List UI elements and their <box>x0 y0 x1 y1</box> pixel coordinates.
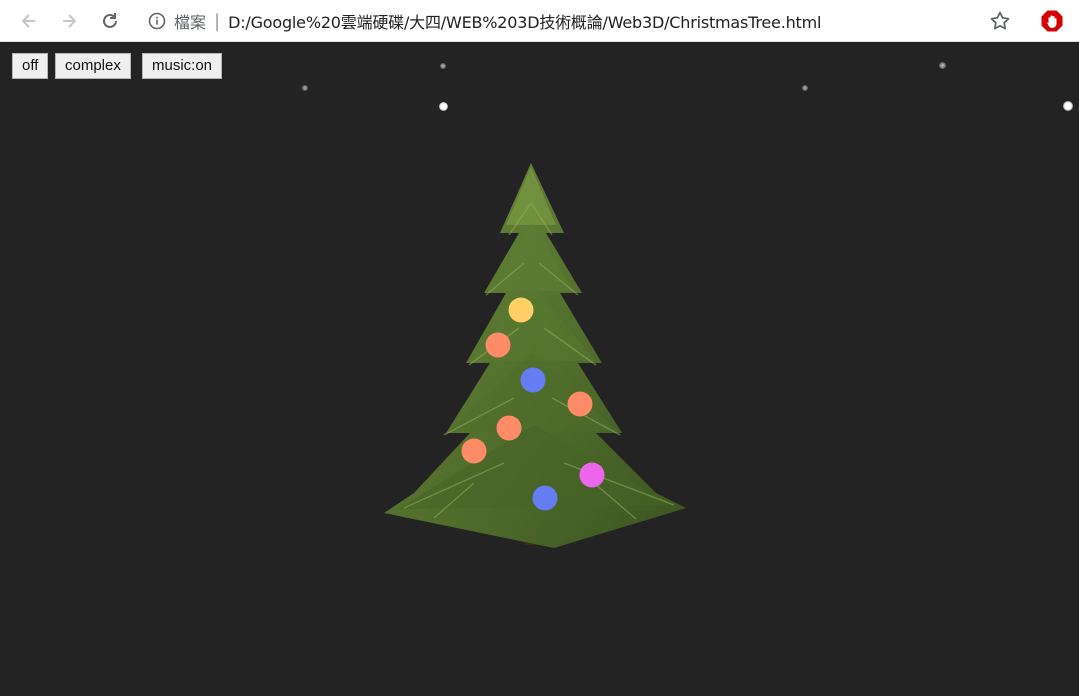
bookmark-star-icon[interactable] <box>988 9 1012 33</box>
forward-arrow-icon <box>63 14 77 28</box>
browser-toolbar: 檔案 | D:/Google%20雲端硬碟/大四/WEB%203D技術概論/We… <box>0 0 1079 42</box>
scheme-label: 檔案 <box>174 13 207 32</box>
address-bar[interactable]: 檔案 | D:/Google%20雲端硬碟/大四/WEB%203D技術概論/We… <box>148 0 821 42</box>
ornament <box>485 332 511 358</box>
snowflake <box>1063 101 1073 111</box>
ornament <box>520 367 546 393</box>
ornament <box>532 485 558 511</box>
url-text[interactable]: D:/Google%20雲端硬碟/大四/WEB%203D技術概論/Web3D/C… <box>228 9 821 33</box>
ornament <box>567 391 593 417</box>
snowflake <box>439 102 448 111</box>
snowflake <box>440 63 446 69</box>
adblock-extension-icon[interactable] <box>1040 9 1064 33</box>
music-toggle-button[interactable]: music:on <box>142 53 223 79</box>
webgl-canvas[interactable]: off complex music:on <box>0 43 1079 696</box>
snowflake <box>302 85 308 91</box>
snowflake <box>802 85 808 91</box>
back-button[interactable] <box>16 8 42 34</box>
ornament <box>579 462 605 488</box>
reload-icon <box>103 13 117 28</box>
snowflake <box>939 62 946 69</box>
back-arrow-icon <box>21 14 35 28</box>
complex-button[interactable]: complex <box>55 53 131 79</box>
christmas-tree <box>384 163 686 548</box>
forward-button[interactable] <box>56 8 82 34</box>
reload-button[interactable] <box>97 8 123 34</box>
ornament <box>508 297 534 323</box>
info-icon[interactable] <box>148 12 166 30</box>
ornament <box>461 438 487 464</box>
ornament <box>496 415 522 441</box>
scheme-separator: | <box>214 10 221 32</box>
off-button[interactable]: off <box>12 53 49 79</box>
